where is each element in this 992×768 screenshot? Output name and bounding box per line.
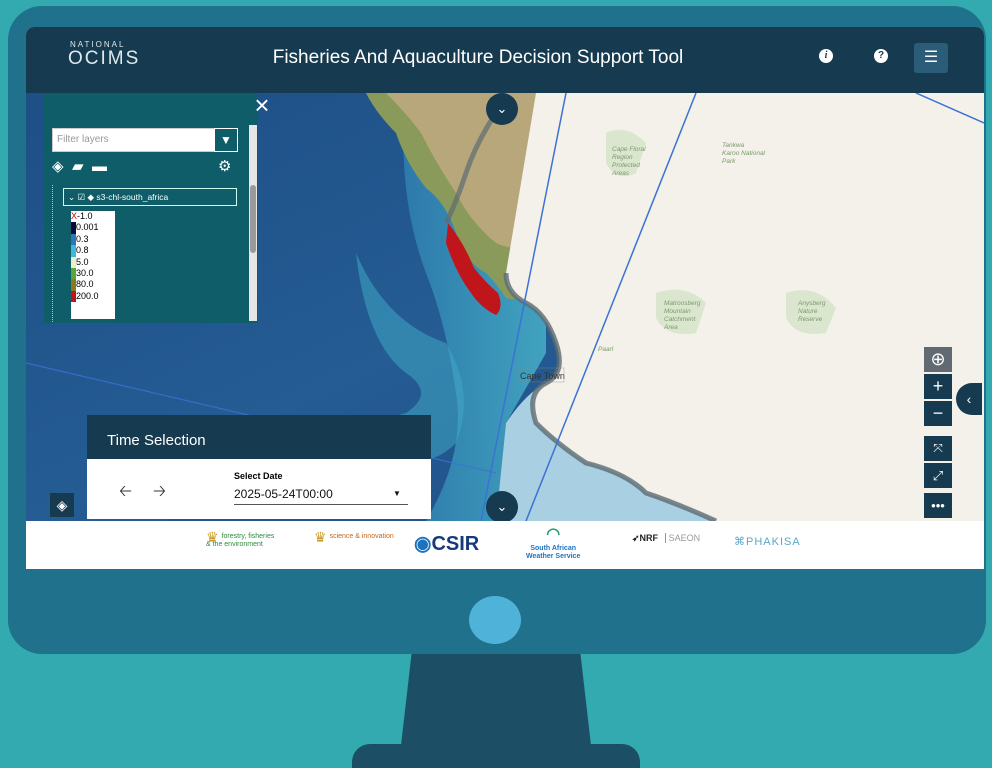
app-title: Fisheries And Aquaculture Decision Suppo… (272, 47, 684, 68)
logo-csir: ◉CSIR (414, 533, 480, 555)
hamburger-icon: ☰ (923, 49, 939, 66)
map-label-paarl: Paarl (598, 346, 614, 353)
arrow-left-icon[interactable]: 🡠 (119, 480, 132, 507)
logo-saws: ◠ South African Weather Service (526, 526, 581, 560)
monitor-stand (400, 654, 592, 754)
fullscreen-icon[interactable]: ⤢ (924, 463, 952, 488)
logo-forestry: ♛ forestry, fisheries & the environment (206, 529, 275, 548)
time-selection-panel: Time Selection 🡠 🡢 Select Date 2025-05-2… (87, 415, 431, 519)
csir-mark-icon: ◉ (414, 533, 432, 555)
coat-of-arms-icon: ♛ (314, 529, 327, 545)
info-icon[interactable]: i (819, 49, 833, 63)
layer-tree: ⌄ ☑ ◆ s3-chl-south_africa X -1.0 0.001 0.… (52, 185, 237, 322)
nrf-mark-icon: ➶ (632, 533, 640, 543)
legend-row: 5.0 (71, 256, 115, 268)
legend-row: X -1.0 (71, 211, 93, 223)
zoom-out-button[interactable]: − (924, 401, 952, 426)
layers-panel: × Filter layers ▼ ◈ ▰ ▬ ⚙ ⌄ ☑ ◆ s3-chl-s… (44, 93, 270, 323)
layers-scroll-thumb[interactable] (250, 185, 256, 253)
help-icon[interactable]: ? (874, 49, 888, 63)
chevron-down-icon[interactable]: ⌄ (486, 93, 518, 125)
partner-logos: ♛ forestry, fisheries & the environment ♛… (26, 521, 984, 569)
coat-of-arms-icon: ♛ (206, 529, 219, 545)
legend: X -1.0 0.001 0.3 0.8 5.0 30.0 80.0 200.0 (71, 211, 115, 319)
date-select[interactable]: 2025-05-24T00:00 (234, 485, 408, 505)
filter-icon[interactable]: ▼ (214, 128, 238, 152)
chevron-left-icon[interactable]: ‹ (956, 383, 982, 415)
zoom-in-button[interactable]: + (924, 374, 952, 399)
add-comment-icon[interactable]: ▬ (92, 159, 107, 175)
locate-icon[interactable]: ⊕ (924, 347, 952, 372)
phakisa-mark-icon: ⌘ (734, 536, 746, 548)
logo-science: ♛ science & innovation (314, 529, 394, 545)
saws-mark-icon: ◠ (546, 526, 561, 543)
caret-down-icon[interactable]: ▼ (393, 489, 401, 498)
add-layer-icon[interactable]: ◈ (52, 159, 64, 175)
legend-row: 200.0 (71, 290, 115, 303)
chevron-down-icon[interactable]: ⌄ (68, 192, 75, 202)
menu-button[interactable]: ☰ (914, 43, 948, 73)
close-icon[interactable]: × (250, 93, 274, 118)
layers-icon[interactable]: ◈ (50, 493, 74, 517)
filter-layers-input[interactable]: Filter layers (52, 128, 218, 152)
logo-phakisa: ⌘PHAKISA (734, 536, 801, 548)
checkbox-icon[interactable]: ☑ (78, 192, 86, 202)
monitor-power-button (469, 596, 521, 644)
map-label-cape-town: Cape Town (520, 371, 565, 381)
gear-icon[interactable]: ⚙ (218, 159, 231, 175)
app-header: NATIONAL OCIMS Fisheries And Aquaculture… (26, 27, 984, 93)
more-icon[interactable]: ••• (924, 493, 952, 518)
arrow-right-icon[interactable]: 🡢 (153, 480, 166, 507)
app-screen: NATIONAL OCIMS Fisheries And Aquaculture… (26, 27, 984, 569)
logo-nrf: ➶NRF SAEON (632, 533, 701, 543)
legend-row: 0.8 (71, 245, 115, 257)
layer-item[interactable]: ⌄ ☑ ◆ s3-chl-south_africa (63, 188, 237, 206)
monitor-base (352, 744, 640, 768)
fit-extent-icon[interactable]: ⤧ (924, 436, 952, 461)
legend-row: 30.0 (71, 267, 115, 280)
layer-icon: ◆ (87, 192, 95, 202)
chevron-down-icon[interactable]: ⌄ (486, 491, 518, 521)
legend-row: 0.001 (71, 222, 115, 234)
select-date-label: Select Date (234, 471, 283, 481)
map-view[interactable]: Cape Floral Region Protected Areas Tankwa Ka… (26, 93, 984, 521)
add-folder-icon[interactable]: ▰ (72, 159, 84, 175)
time-selection-title: Time Selection (87, 415, 431, 459)
layer-name: s3-chl-south_africa (96, 192, 169, 202)
legend-row: 0.3 (71, 233, 115, 246)
legend-row: 80.0 (71, 279, 115, 291)
